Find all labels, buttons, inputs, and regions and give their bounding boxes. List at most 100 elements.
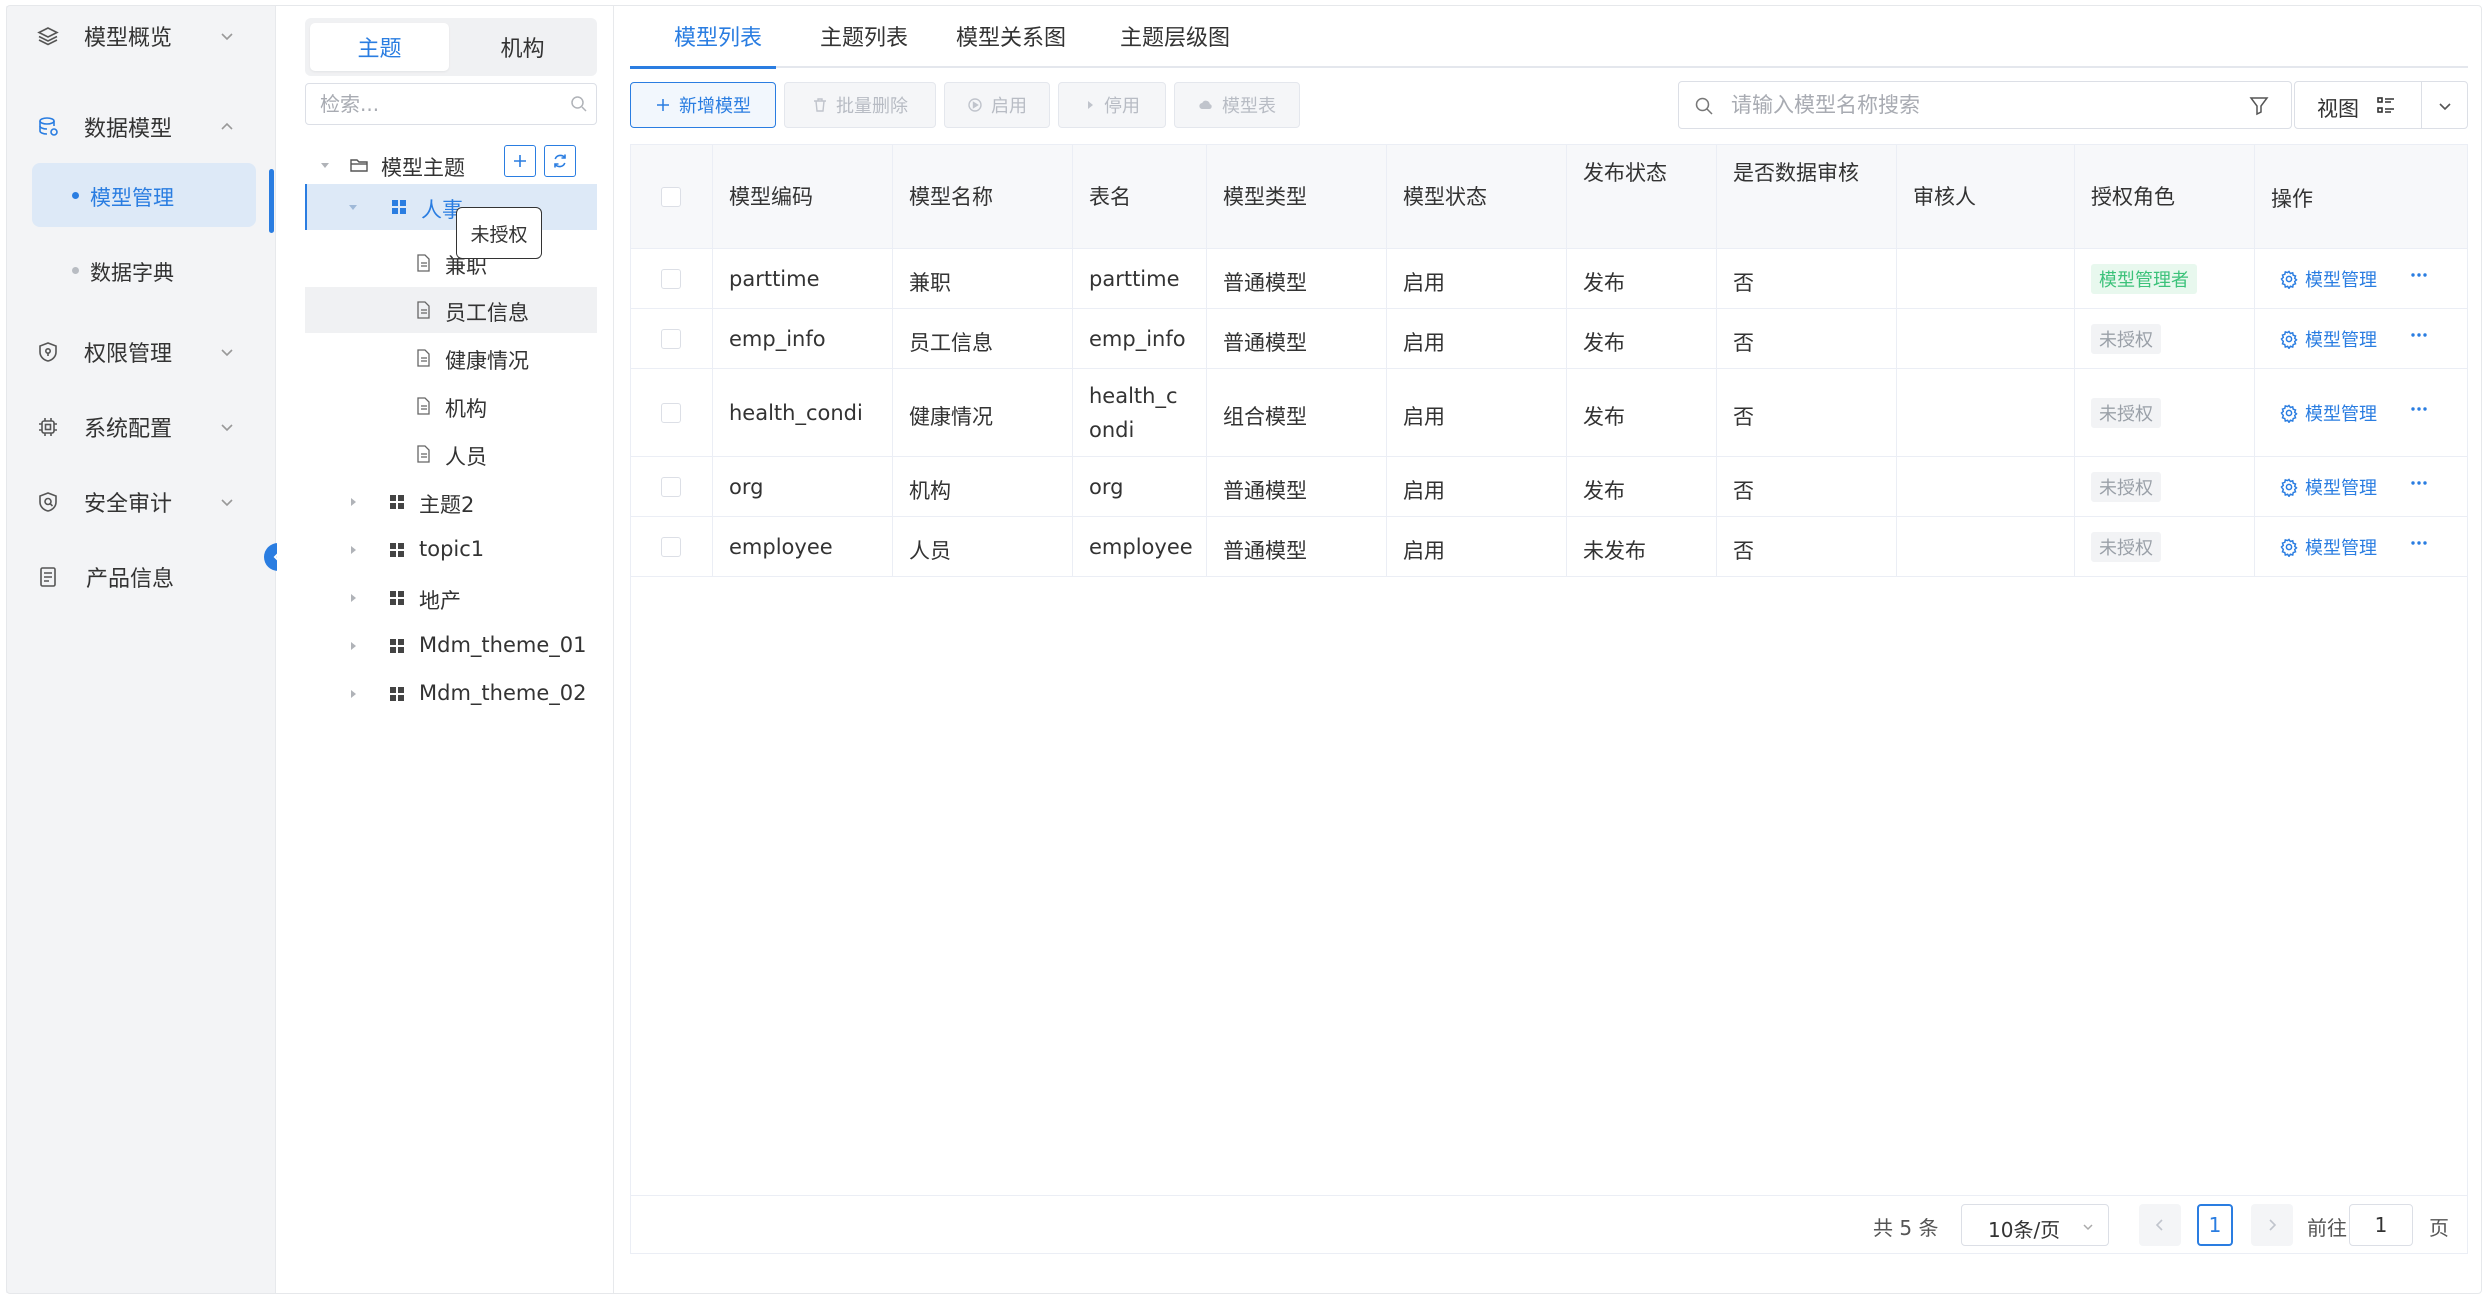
add-model-button[interactable]: 新增模型 <box>630 82 776 128</box>
model-table-button[interactable]: 模型表 <box>1174 82 1300 128</box>
tab-model-relation[interactable]: 模型关系图 <box>956 20 1066 52</box>
tab-theme-list[interactable]: 主题列表 <box>820 20 908 52</box>
more-icon[interactable] <box>2409 404 2429 414</box>
column-header[interactable]: 表名 <box>1073 145 1207 249</box>
column-header[interactable]: 模型名称 <box>893 145 1073 249</box>
tab-model-list[interactable]: 模型列表 <box>674 20 762 52</box>
prev-page-button[interactable] <box>2139 1204 2181 1246</box>
sidebar-item-permission[interactable]: 权限管理 <box>6 322 276 382</box>
filter-icon[interactable] <box>2247 94 2271 118</box>
grid-icon <box>390 591 404 605</box>
cell-text: 健康情况 <box>909 405 993 429</box>
column-header[interactable]: 是否数据审核 <box>1717 145 1897 249</box>
more-icon[interactable] <box>2409 478 2429 488</box>
model-manage-label: 模型管理 <box>2305 538 2377 559</box>
column-header[interactable]: 模型类型 <box>1207 145 1387 249</box>
role-tag: 未授权 <box>2091 532 2161 562</box>
cell-text: health_condi <box>729 401 863 425</box>
cell-type: 组合模型 <box>1207 369 1387 456</box>
sidebar-item-label: 系统配置 <box>84 417 173 442</box>
tree-node-label: 地产 <box>419 589 461 613</box>
goto-page-input[interactable] <box>2349 1204 2413 1246</box>
sidebar-item-data-model[interactable]: 数据模型 <box>6 97 276 157</box>
tree-node-file[interactable]: 人员 <box>305 431 597 477</box>
column-header[interactable]: 模型状态 <box>1387 145 1567 249</box>
row-checkbox[interactable] <box>661 269 681 289</box>
sidebar-item-product-info[interactable]: 产品信息 <box>6 547 276 607</box>
tree-node-group[interactable]: 主题2 <box>305 479 597 525</box>
more-icon[interactable] <box>2409 330 2429 340</box>
add-theme-button[interactable] <box>504 145 536 177</box>
model-manage-button[interactable]: 模型管理 <box>2279 530 2377 564</box>
model-manage-button[interactable]: 模型管理 <box>2279 470 2377 504</box>
cell-status: 启用 <box>1387 249 1567 308</box>
select-all-checkbox[interactable] <box>661 187 681 207</box>
tree-node-file[interactable]: 员工信息 <box>305 287 597 333</box>
cell-text: 否 <box>1733 331 1754 355</box>
page-size-select[interactable]: 10条/页 <box>1961 1204 2109 1246</box>
chevron-right-icon <box>2269 1219 2277 1231</box>
row-checkbox[interactable] <box>661 329 681 349</box>
segment-tab-org[interactable]: 机构 <box>453 23 592 71</box>
model-manage-button[interactable]: 模型管理 <box>2279 262 2377 296</box>
enable-button[interactable]: 启用 <box>944 82 1050 128</box>
more-icon[interactable] <box>2409 538 2429 548</box>
next-page-button[interactable] <box>2251 1204 2293 1246</box>
model-search-input[interactable] <box>1729 88 2209 122</box>
tree-node-group[interactable]: 人事 <box>305 184 597 230</box>
tree-search-input[interactable] <box>305 83 597 125</box>
column-header[interactable]: 审核人 <box>1897 145 2075 249</box>
table-row[interactable]: org 机构 org 普通模型 启用 发布 否 未授权 模型管理 <box>631 457 2467 517</box>
sidebar-item-model-overview[interactable]: 模型概览 <box>6 6 276 66</box>
view-toggle-button[interactable]: 视图 <box>2294 81 2468 129</box>
segment-tab-theme[interactable]: 主题 <box>310 23 449 71</box>
tree-node-file[interactable]: 兼职 <box>305 240 597 286</box>
row-checkbox[interactable] <box>661 477 681 497</box>
refresh-tree-button[interactable] <box>544 145 576 177</box>
table-row[interactable]: emp_info 员工信息 emp_info 普通模型 启用 发布 否 未授权 模型管理 <box>631 309 2467 369</box>
tree-node-file[interactable]: 健康情况 <box>305 335 597 381</box>
column-header[interactable]: 授权角色 <box>2075 145 2255 249</box>
sidebar-subitem-label: 数据字典 <box>90 261 174 285</box>
column-header[interactable]: 模型编码 <box>713 145 893 249</box>
row-checkbox[interactable] <box>661 537 681 557</box>
table-row[interactable]: employee 人员 employee 普通模型 启用 未发布 否 未授权 模型管理 <box>631 517 2467 577</box>
sidebar-item-system-config[interactable]: 系统配置 <box>6 397 276 457</box>
gear-icon <box>2280 330 2298 349</box>
model-manage-label: 模型管理 <box>2305 330 2377 351</box>
pagination: 共 5 条 10条/页 1 前往 页 <box>631 1195 2467 1253</box>
caret-down-icon <box>321 163 329 168</box>
table-header: 模型编码 模型名称 表名 模型类型 模型状态 发布状态 是否数据审核 审核人 授… <box>631 145 2467 249</box>
tree-node-group[interactable]: 地产 <box>305 575 597 621</box>
tree-node-group[interactable]: Mdm_theme_01 <box>305 623 597 669</box>
sidebar-subitem-data-dictionary[interactable]: 数据字典 <box>32 238 256 302</box>
chevron-down-icon[interactable] <box>2435 96 2455 116</box>
caret-right-icon <box>351 498 356 506</box>
disable-button[interactable]: 停用 <box>1058 82 1166 128</box>
tab-theme-hierarchy[interactable]: 主题层级图 <box>1120 20 1230 52</box>
batch-delete-button[interactable]: 批量删除 <box>784 82 936 128</box>
model-manage-button[interactable]: 模型管理 <box>2279 396 2377 430</box>
cell-code: parttime <box>713 249 893 308</box>
tree-node-group[interactable]: Mdm_theme_02 <box>305 671 597 717</box>
cell-publish: 发布 <box>1567 249 1717 308</box>
cell-audit: 否 <box>1717 369 1897 456</box>
sidebar: 模型概览 数据模型 模型管理 数据字典 权限管理 系统配置 安全审计 产品信息 <box>6 6 276 1293</box>
cell-actions: 模型管理 <box>2255 249 2467 308</box>
more-icon[interactable] <box>2409 270 2429 280</box>
add-model-label: 新增模型 <box>679 96 751 117</box>
page-number-button[interactable]: 1 <box>2197 1204 2233 1246</box>
table-row[interactable]: health_condi 健康情况 health_c ondi 组合模型 启用 发布 否 未授权… <box>631 369 2467 457</box>
tree-node-group[interactable]: topic1 <box>305 527 597 573</box>
cell-text: 普通模型 <box>1223 479 1307 503</box>
cell-type: 普通模型 <box>1207 457 1387 516</box>
model-manage-button[interactable]: 模型管理 <box>2279 322 2377 356</box>
column-header[interactable]: 发布状态 <box>1567 145 1717 249</box>
row-checkbox[interactable] <box>661 403 681 423</box>
sidebar-subitem-model-management[interactable]: 模型管理 <box>32 163 256 227</box>
main-content: 模型列表 主题列表 模型关系图 主题层级图 新增模型 批量删除 启用 停用 模型… <box>614 6 2474 1293</box>
table-row[interactable]: parttime 兼职 parttime 普通模型 启用 发布 否 模型管理者 模型管理 <box>631 249 2467 309</box>
sidebar-item-security-audit[interactable]: 安全审计 <box>6 472 276 532</box>
tree-node-file[interactable]: 机构 <box>305 383 597 429</box>
cell-publish: 发布 <box>1567 457 1717 516</box>
